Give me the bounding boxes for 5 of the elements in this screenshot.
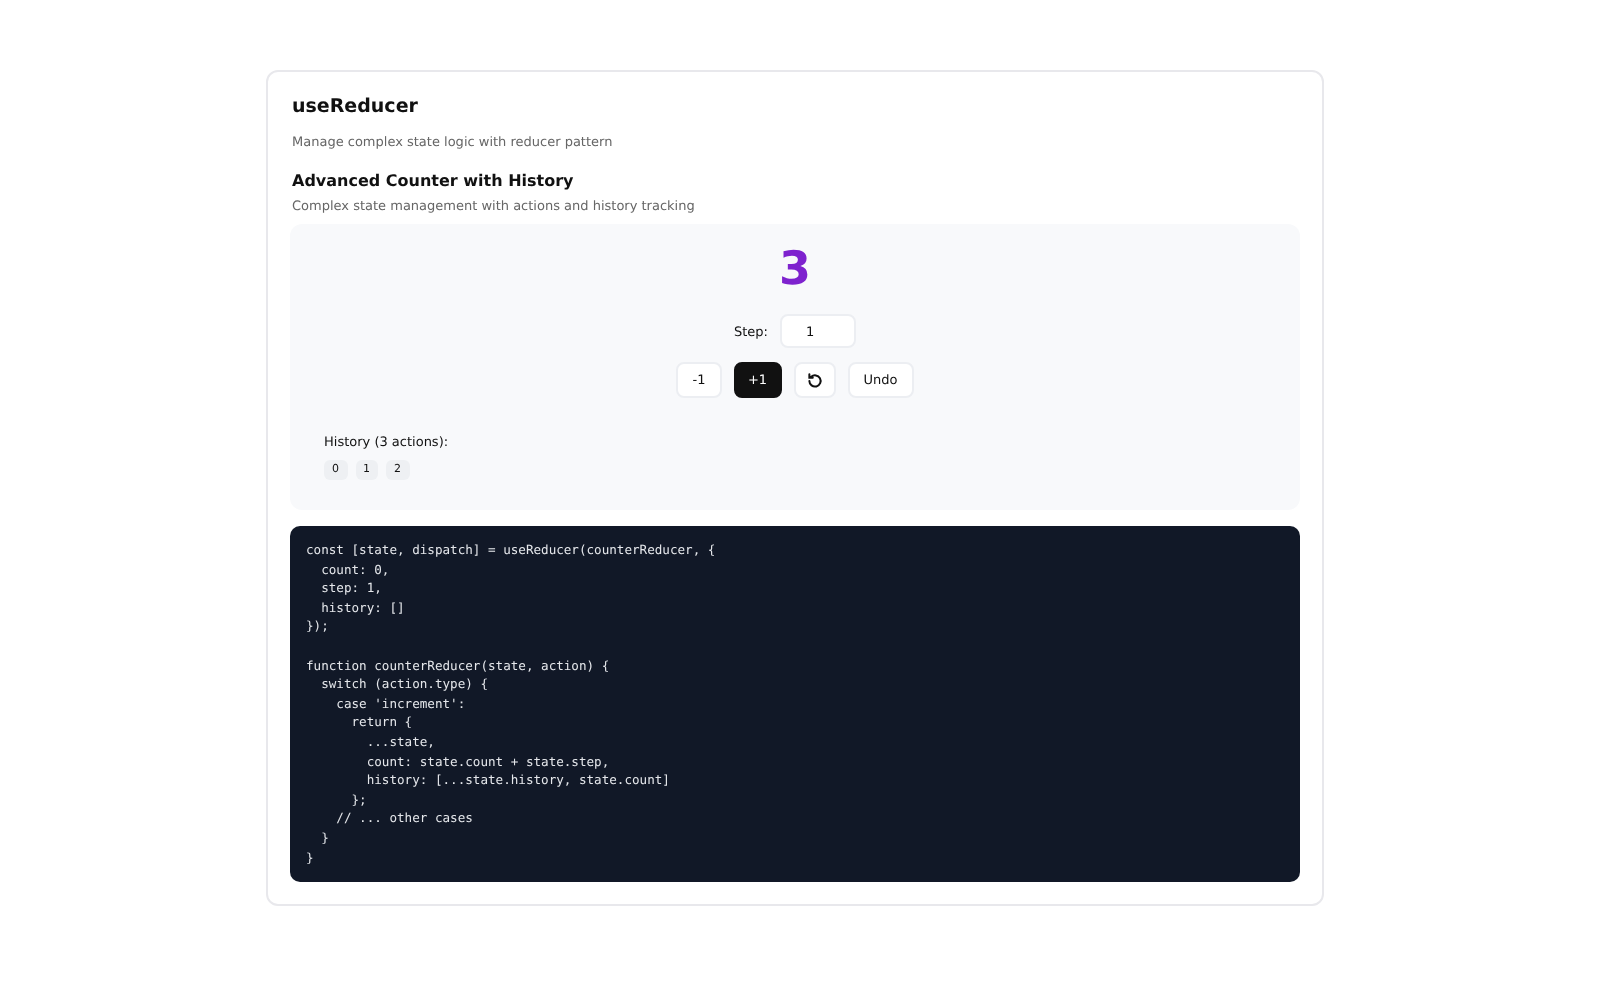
reset-button[interactable] [793, 362, 836, 398]
counter-value: 3 [778, 242, 811, 298]
page-title: useReducer [292, 96, 420, 118]
section-title: Advanced Counter with History [292, 172, 576, 190]
reset-icon [805, 371, 824, 389]
